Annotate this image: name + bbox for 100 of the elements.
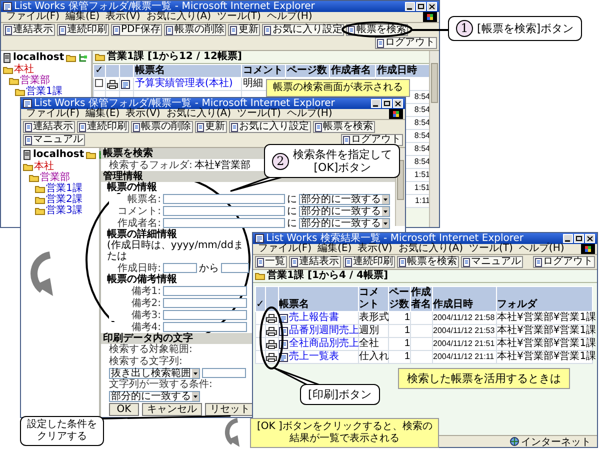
text-field[interactable]	[163, 310, 247, 320]
menu-item[interactable]: ツール(T)	[466, 244, 516, 254]
maximize-button[interactable]	[574, 234, 584, 243]
menu-item[interactable]: お気に入り(A)	[395, 244, 466, 254]
text-field[interactable]	[163, 263, 197, 273]
toolbar-button[interactable]: 更新	[195, 121, 227, 133]
tree-item[interactable]: 本社	[23, 161, 54, 172]
checkbox[interactable]	[95, 79, 103, 88]
toolbar-button[interactable]: PDF保存	[111, 24, 162, 36]
logo-icon	[389, 109, 403, 119]
toolbar-button[interactable]: 更新	[228, 24, 260, 36]
toolbar-button[interactable]: 帳票の削除	[164, 24, 226, 36]
toolbar-button[interactable]: 連続印刷	[57, 24, 109, 36]
menu-item[interactable]: 表示(V)	[102, 12, 144, 22]
toolbar-button[interactable]: 帳票を検索	[313, 121, 375, 133]
maximize-button[interactable]	[416, 2, 426, 11]
document-icon	[264, 26, 272, 34]
callout-text: 検索した帳票を活用するときは	[407, 372, 561, 385]
menu-item[interactable]: ファイル(F)	[23, 109, 83, 119]
table-cell: 明細	[243, 78, 263, 89]
table-cell: 本社¥営業部¥営業1課	[497, 338, 596, 349]
close-icon	[586, 235, 594, 242]
menu-item[interactable]: 編集(E)	[62, 12, 103, 22]
logout-button[interactable]: ログアウト	[533, 256, 595, 268]
text-field[interactable]	[163, 194, 285, 204]
menu-item[interactable]: ヘルプ(H)	[284, 109, 336, 119]
field-label: 検索する対象範囲:	[109, 344, 192, 355]
logo-icon	[581, 244, 595, 254]
toolbar-button[interactable]: 連結表示	[3, 24, 55, 36]
close-button[interactable]	[585, 234, 595, 243]
field-label: に	[287, 218, 297, 228]
text-field[interactable]	[163, 322, 247, 332]
scrollbar[interactable]	[429, 51, 439, 227]
tree-item[interactable]: 営業部	[29, 172, 70, 183]
list-heading: 営業1課 [1から4 / 4帳票]	[267, 270, 388, 282]
tree-item[interactable]: 営業1課	[35, 183, 82, 194]
toolbar-button[interactable]: 連続印刷	[343, 256, 395, 268]
minimize-button[interactable]	[563, 234, 573, 243]
menu-item[interactable]: ファイル(F)	[3, 12, 63, 22]
menu-item[interactable]: ツール(T)	[234, 109, 284, 119]
logout-button[interactable]: ログアウト	[375, 37, 437, 49]
toolbar-button[interactable]: 連結表示	[23, 121, 75, 133]
tree-item[interactable]: 営業部	[9, 75, 50, 86]
toolbar-button[interactable]: 連続印刷	[77, 121, 129, 133]
menu-item[interactable]: 表示(V)	[122, 109, 164, 119]
menu-item[interactable]: お気に入り(A)	[143, 12, 214, 22]
tree-item[interactable]: 営業2課	[35, 194, 82, 205]
form-button[interactable]: キャンセル	[142, 403, 202, 416]
document-icon	[377, 38, 384, 48]
text-field[interactable]	[163, 286, 247, 296]
menu-item[interactable]: 編集(E)	[314, 244, 355, 254]
table-cell: 8:54	[414, 105, 430, 114]
menu-item[interactable]: ファイル(F)	[255, 244, 315, 254]
dropdown[interactable]: 部分的に一致する	[299, 206, 390, 216]
tree-item[interactable]: 本社	[3, 64, 34, 75]
maximize-icon	[417, 3, 425, 10]
toolbar-button[interactable]: 帳票を検索	[397, 256, 459, 268]
toolbar-button[interactable]: お気に入り設定	[229, 121, 311, 133]
tree-item[interactable]: 営業1課	[15, 86, 62, 97]
menu-item[interactable]: 表示(V)	[354, 244, 396, 254]
dropdown[interactable]: 部分的に一致する	[109, 391, 200, 402]
toolbar-button[interactable]: お気に入り設定	[262, 24, 344, 36]
page-icon	[255, 234, 264, 243]
minimize-button[interactable]	[405, 2, 415, 11]
section-subheading: 帳票の情報	[107, 182, 157, 193]
text-field[interactable]	[163, 298, 247, 308]
tree-item[interactable]: 営業3課	[35, 205, 82, 216]
toolbar-button[interactable]: マニュアル	[23, 134, 85, 146]
text-field[interactable]	[221, 263, 249, 273]
text-field[interactable]	[163, 218, 285, 228]
document-icon	[463, 258, 470, 266]
menu-item[interactable]: お気に入り(A)	[163, 109, 234, 119]
toolbar-button[interactable]: 一覧	[255, 256, 287, 268]
table-cell: 1	[404, 338, 410, 349]
maximize-button[interactable]	[382, 99, 392, 108]
minimize-button[interactable]	[371, 99, 381, 108]
toolbar-button[interactable]: 帳票の削除	[131, 121, 193, 133]
text-field[interactable]	[202, 368, 246, 378]
dropdown[interactable]: 部分的に一致する	[299, 218, 390, 228]
toolbar-button[interactable]: マニュアル	[461, 256, 523, 268]
menu-item[interactable]: ツール(T)	[214, 12, 264, 22]
menu-item[interactable]: ヘルプ(H)	[516, 244, 568, 254]
toolbar-button[interactable]: 連結表示	[289, 256, 341, 268]
table-cell: 週別	[359, 325, 379, 336]
close-button[interactable]	[393, 99, 403, 108]
document-icon	[133, 122, 140, 132]
menu-item[interactable]: 編集(E)	[82, 109, 123, 119]
form-button[interactable]: OK	[109, 403, 139, 416]
form-button[interactable]: リセット	[205, 403, 255, 416]
section-subheading: 帳票の備考情報	[107, 274, 177, 285]
dropdown[interactable]: 抜き出し検索範囲	[109, 368, 200, 378]
table-cell: 2004/11/12 21:58	[433, 313, 495, 322]
table-cell: 1	[404, 312, 410, 323]
text-field[interactable]	[163, 206, 285, 216]
close-button[interactable]	[427, 2, 437, 11]
dropdown[interactable]: 部分的に一致する	[299, 194, 390, 204]
page-icon	[3, 2, 12, 11]
document-icon	[257, 258, 264, 266]
menu-item[interactable]: ヘルプ(H)	[264, 12, 316, 22]
window-title: List Works 検索結果一覧 - Microsoft Internet Explorer	[266, 233, 525, 244]
